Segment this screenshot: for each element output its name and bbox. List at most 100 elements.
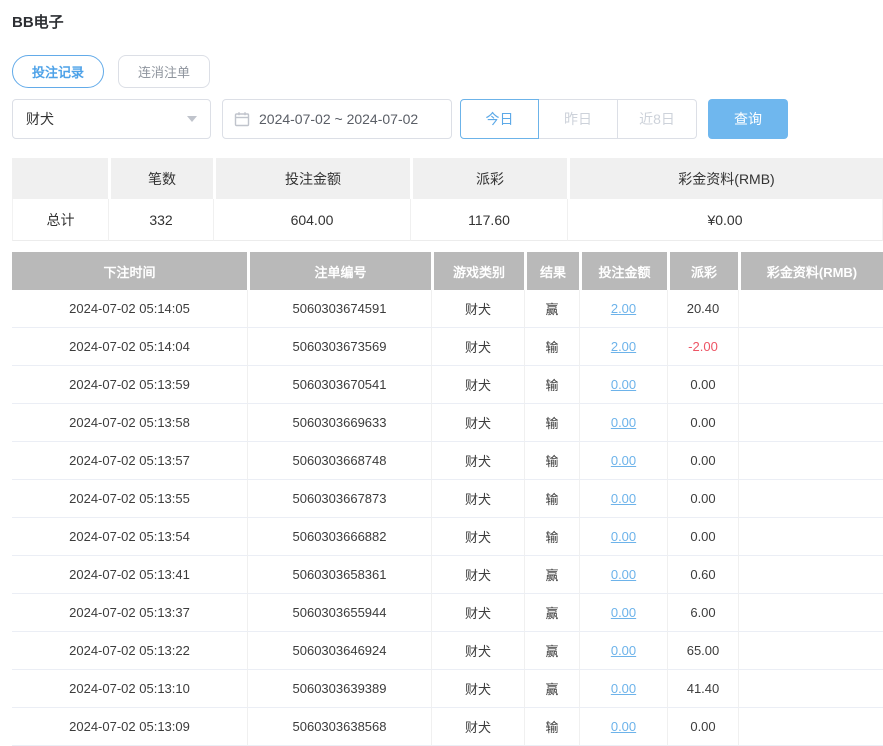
bet-time-cell: 2024-07-02 05:13:22 — [12, 632, 247, 670]
bet-time-cell: 2024-07-02 05:13:58 — [12, 404, 247, 442]
game-type-cell: 财犬 — [431, 556, 524, 594]
bet-time-cell: 2024-07-02 05:14:04 — [12, 328, 247, 366]
bet-amount-link[interactable]: 0.00 — [611, 529, 636, 544]
result-cell: 输 — [524, 366, 579, 404]
date-range-value: 2024-07-02 ~ 2024-07-02 — [259, 111, 419, 127]
game-type-cell: 财犬 — [431, 480, 524, 518]
bet-amount-cell: 2.00 — [579, 290, 667, 328]
yesterday-button[interactable]: 昨日 — [539, 99, 618, 139]
header-bonus: 彩金资料(RMB) — [738, 252, 883, 290]
result-cell: 输 — [524, 328, 579, 366]
payout-cell: 0.00 — [667, 442, 738, 480]
order-no-cell: 5060303666882 — [247, 518, 431, 556]
game-select[interactable]: 财犬 — [12, 99, 211, 139]
summary-header-bet-amount: 投注金额 — [213, 158, 410, 199]
payout-cell: 6.00 — [667, 594, 738, 632]
header-payout: 派彩 — [667, 252, 738, 290]
bet-amount-link[interactable]: 2.00 — [611, 339, 636, 354]
bet-time-cell: 2024-07-02 05:13:54 — [12, 518, 247, 556]
summary-header-payout: 派彩 — [410, 158, 567, 199]
header-bet-amount: 投注金额 — [579, 252, 667, 290]
result-cell: 输 — [524, 480, 579, 518]
bet-amount-cell: 0.00 — [579, 404, 667, 442]
game-type-cell: 财犬 — [431, 442, 524, 480]
date-range-input[interactable]: 2024-07-02 ~ 2024-07-02 — [222, 99, 452, 139]
bet-amount-link[interactable]: 0.00 — [611, 643, 636, 658]
bet-amount-link[interactable]: 0.00 — [611, 681, 636, 696]
bonus-cell — [738, 480, 883, 518]
game-type-cell: 财犬 — [431, 670, 524, 708]
bet-time-cell: 2024-07-02 05:13:41 — [12, 556, 247, 594]
today-button[interactable]: 今日 — [460, 99, 539, 139]
tab-bet-records[interactable]: 投注记录 — [12, 55, 105, 88]
bonus-cell — [738, 366, 883, 404]
result-cell: 赢 — [524, 594, 579, 632]
bet-amount-cell: 0.00 — [579, 708, 667, 746]
summary-table: 笔数 投注金额 派彩 彩金资料(RMB) 总计 332 604.00 117.6… — [12, 158, 883, 241]
order-no-cell: 5060303639389 — [247, 670, 431, 708]
game-type-cell: 财犬 — [431, 366, 524, 404]
summary-total-bet-amount: 604.00 — [213, 199, 410, 241]
summary-header-row: 笔数 投注金额 派彩 彩金资料(RMB) — [12, 158, 883, 199]
table-row: 2024-07-02 05:14:04 5060303673569 财犬 输 2… — [12, 328, 883, 366]
bet-amount-link[interactable]: 0.00 — [611, 453, 636, 468]
game-type-cell: 财犬 — [431, 632, 524, 670]
bonus-cell — [738, 290, 883, 328]
summary-total-label: 总计 — [12, 199, 108, 241]
bet-table-header-row: 下注时间 注单编号 游戏类别 结果 投注金额 派彩 彩金资料(RMB) — [12, 252, 883, 290]
order-no-cell: 5060303673569 — [247, 328, 431, 366]
search-button[interactable]: 查询 — [708, 99, 788, 139]
bet-amount-link[interactable]: 0.00 — [611, 491, 636, 506]
result-cell: 赢 — [524, 632, 579, 670]
summary-header-blank — [12, 158, 108, 199]
bet-amount-cell: 0.00 — [579, 670, 667, 708]
bet-amount-cell: 0.00 — [579, 518, 667, 556]
bet-time-cell: 2024-07-02 05:13:57 — [12, 442, 247, 480]
bet-amount-link[interactable]: 0.00 — [611, 377, 636, 392]
table-row: 2024-07-02 05:13:55 5060303667873 财犬 输 0… — [12, 480, 883, 518]
bet-amount-link[interactable]: 0.00 — [611, 567, 636, 582]
bet-amount-cell: 0.00 — [579, 442, 667, 480]
game-type-cell: 财犬 — [431, 290, 524, 328]
calendar-icon — [234, 111, 250, 127]
bet-time-cell: 2024-07-02 05:13:59 — [12, 366, 247, 404]
bet-amount-cell: 0.00 — [579, 480, 667, 518]
table-row: 2024-07-02 05:13:22 5060303646924 财犬 赢 0… — [12, 632, 883, 670]
tab-bet-records-label: 投注记录 — [32, 65, 85, 80]
tab-cancelled-orders-label: 连消注单 — [138, 65, 191, 80]
result-cell: 赢 — [524, 290, 579, 328]
filter-row: 财犬 2024-07-02 ~ 2024-07-02 今日 昨日 近8日 查询 — [12, 99, 883, 139]
tab-cancelled-orders[interactable]: 连消注单 — [118, 55, 211, 88]
payout-cell: 0.00 — [667, 366, 738, 404]
page-title: BB电子 — [12, 14, 64, 31]
bet-amount-link[interactable]: 2.00 — [611, 301, 636, 316]
bet-time-cell: 2024-07-02 05:13:37 — [12, 594, 247, 632]
bonus-cell — [738, 556, 883, 594]
payout-cell: 0.60 — [667, 556, 738, 594]
game-type-cell: 财犬 — [431, 518, 524, 556]
table-row: 2024-07-02 05:13:59 5060303670541 财犬 输 0… — [12, 366, 883, 404]
table-row: 2024-07-02 05:13:09 5060303638568 财犬 输 0… — [12, 708, 883, 746]
game-select-value: 财犬 — [26, 111, 54, 127]
payout-cell: 0.00 — [667, 708, 738, 746]
payout-cell: 0.00 — [667, 518, 738, 556]
bonus-cell — [738, 632, 883, 670]
order-no-cell: 5060303674591 — [247, 290, 431, 328]
summary-header-count: 笔数 — [108, 158, 213, 199]
bet-time-cell: 2024-07-02 05:13:10 — [12, 670, 247, 708]
bet-amount-cell: 0.00 — [579, 366, 667, 404]
order-no-cell: 5060303670541 — [247, 366, 431, 404]
bet-amount-cell: 0.00 — [579, 594, 667, 632]
payout-cell: 65.00 — [667, 632, 738, 670]
header-order-no: 注单编号 — [247, 252, 431, 290]
bet-amount-link[interactable]: 0.00 — [611, 415, 636, 430]
summary-total-count: 332 — [108, 199, 213, 241]
bonus-cell — [738, 594, 883, 632]
last-8-days-button[interactable]: 近8日 — [618, 99, 697, 139]
table-row: 2024-07-02 05:13:58 5060303669633 财犬 输 0… — [12, 404, 883, 442]
result-cell: 输 — [524, 708, 579, 746]
order-no-cell: 5060303668748 — [247, 442, 431, 480]
bet-amount-link[interactable]: 0.00 — [611, 605, 636, 620]
payout-cell: 0.00 — [667, 480, 738, 518]
header-result: 结果 — [524, 252, 579, 290]
